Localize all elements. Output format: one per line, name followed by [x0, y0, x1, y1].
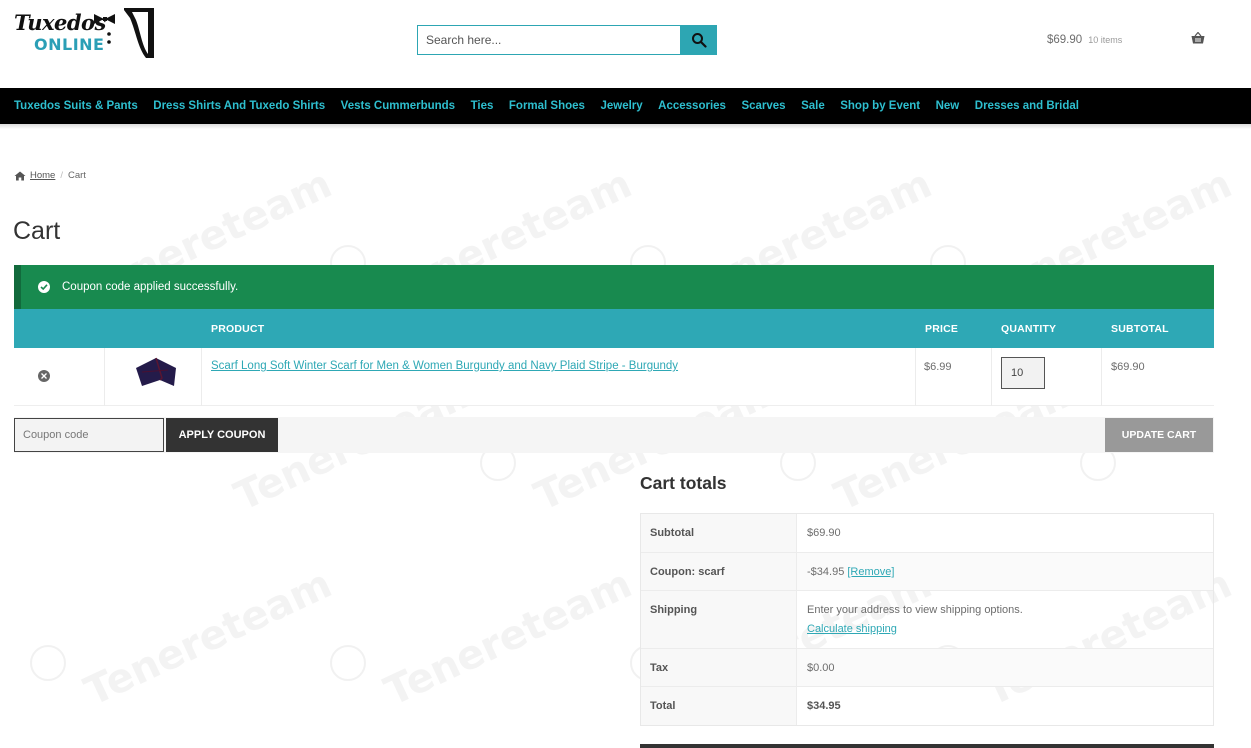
nav-item-dress-shirts[interactable]: Dress Shirts And Tuxedo Shirts	[153, 100, 325, 112]
coupon-code-input[interactable]	[14, 418, 164, 452]
breadcrumb-separator: /	[60, 170, 63, 181]
proceed-to-checkout-button[interactable]	[640, 744, 1214, 748]
column-header-product: PRODUCT	[211, 323, 265, 335]
subtotal-value: $69.90	[807, 527, 841, 539]
product-name-link[interactable]: Scarf Long Soft Winter Scarf for Men & W…	[211, 360, 678, 372]
home-icon	[14, 171, 26, 180]
site-header: Tuxedos ONLINE $69.90 10 items	[0, 0, 1251, 88]
notice-message: Coupon code applied successfully.	[62, 281, 239, 293]
cart-table-header: PRODUCT PRICE QUANTITY SUBTOTAL	[14, 309, 1214, 348]
check-circle-icon	[38, 281, 50, 293]
column-header-subtotal: SUBTOTAL	[1111, 323, 1169, 335]
column-header-price: PRICE	[925, 323, 959, 335]
close-icon	[41, 373, 47, 379]
primary-nav: Tuxedos Suits & Pants Dress Shirts And T…	[0, 88, 1251, 124]
nav-item-new[interactable]: New	[936, 100, 960, 112]
column-divider	[915, 348, 916, 406]
success-notice: Coupon code applied successfully.	[14, 265, 1214, 309]
tax-value: $0.00	[807, 662, 835, 674]
total-label: Total	[641, 687, 797, 725]
search-input[interactable]	[417, 25, 680, 55]
site-logo[interactable]: Tuxedos ONLINE	[12, 8, 158, 60]
cart-totals-title: Cart totals	[640, 473, 727, 493]
watermark: Tenereteam	[377, 560, 639, 716]
nav-item-tuxedos-suits-pants[interactable]: Tuxedos Suits & Pants	[14, 100, 138, 112]
product-thumbnail[interactable]	[132, 356, 178, 390]
column-divider	[991, 348, 992, 406]
watermark-seal-icon	[330, 645, 366, 681]
nav-item-scarves[interactable]: Scarves	[741, 100, 785, 112]
mini-cart-count: 10 items	[1088, 35, 1123, 45]
column-divider	[104, 348, 105, 406]
nav-item-jewelry[interactable]: Jewelry	[600, 100, 642, 112]
apply-coupon-button[interactable]: APPLY COUPON	[166, 418, 278, 452]
nav-item-shop-by-event[interactable]: Shop by Event	[840, 100, 920, 112]
totals-row-tax: Tax $0.00	[641, 649, 1213, 687]
nav-shadow	[0, 124, 1251, 129]
totals-row-subtotal: Subtotal $69.90	[641, 514, 1213, 553]
cart-item-row: Scarf Long Soft Winter Scarf for Men & W…	[14, 348, 1214, 406]
page-title: Cart	[13, 217, 61, 245]
cart-totals-table: Subtotal $69.90 Coupon: scarf -$34.95 [R…	[640, 513, 1214, 726]
mini-cart[interactable]: $69.90 10 items	[1047, 31, 1205, 49]
mini-cart-amount: $69.90	[1047, 34, 1083, 46]
tax-label: Tax	[641, 649, 797, 686]
nav-item-ties[interactable]: Ties	[471, 100, 494, 112]
basket-icon	[1191, 32, 1205, 44]
search-icon	[691, 33, 707, 48]
total-value: $34.95	[807, 700, 841, 712]
nav-item-dresses-bridal[interactable]: Dresses and Bridal	[975, 100, 1079, 112]
shipping-text: Enter your address to view shipping opti…	[807, 604, 1023, 616]
coupon-discount: -$34.95	[807, 566, 845, 578]
tuxedo-icon	[94, 8, 154, 58]
totals-row-coupon: Coupon: scarf -$34.95 [Remove]	[641, 553, 1213, 591]
cart-actions: APPLY COUPON UPDATE CART	[14, 417, 1214, 453]
watermark-seal-icon	[30, 645, 66, 681]
column-header-quantity: QUANTITY	[1001, 323, 1057, 335]
nav-item-accessories[interactable]: Accessories	[658, 100, 726, 112]
update-cart-button[interactable]: UPDATE CART	[1105, 418, 1213, 452]
breadcrumb-current: Cart	[67, 170, 86, 181]
column-divider	[1101, 348, 1102, 406]
coupon-label: Coupon: scarf	[641, 553, 797, 590]
totals-row-shipping: Shipping Enter your address to view ship…	[641, 591, 1213, 649]
nav-item-vests-cummerbunds[interactable]: Vests Cummerbunds	[341, 100, 455, 112]
coupon-value: -$34.95 [Remove]	[807, 566, 894, 578]
remove-coupon-link[interactable]: [Remove]	[847, 566, 894, 578]
quantity-input[interactable]	[1001, 357, 1045, 389]
nav-item-formal-shoes[interactable]: Formal Shoes	[509, 100, 585, 112]
total-amount: $34.95	[807, 700, 841, 712]
shipping-value: Enter your address to view shipping opti…	[807, 604, 1023, 635]
shipping-label: Shipping	[641, 591, 797, 648]
remove-item-button[interactable]	[38, 370, 50, 382]
product-subtotal: $69.90	[1111, 361, 1145, 373]
breadcrumb: Home / Cart	[14, 170, 86, 181]
totals-row-total: Total $34.95	[641, 687, 1213, 725]
breadcrumb-home-link[interactable]: Home	[30, 170, 55, 181]
column-divider	[201, 348, 202, 406]
product-price: $6.99	[924, 361, 952, 373]
search-button[interactable]	[680, 25, 717, 55]
watermark: Tenereteam	[77, 560, 339, 716]
search-bar	[417, 25, 717, 55]
subtotal-label: Subtotal	[641, 514, 797, 552]
nav-item-sale[interactable]: Sale	[801, 100, 825, 112]
calculate-shipping-link[interactable]: Calculate shipping	[807, 623, 1023, 635]
